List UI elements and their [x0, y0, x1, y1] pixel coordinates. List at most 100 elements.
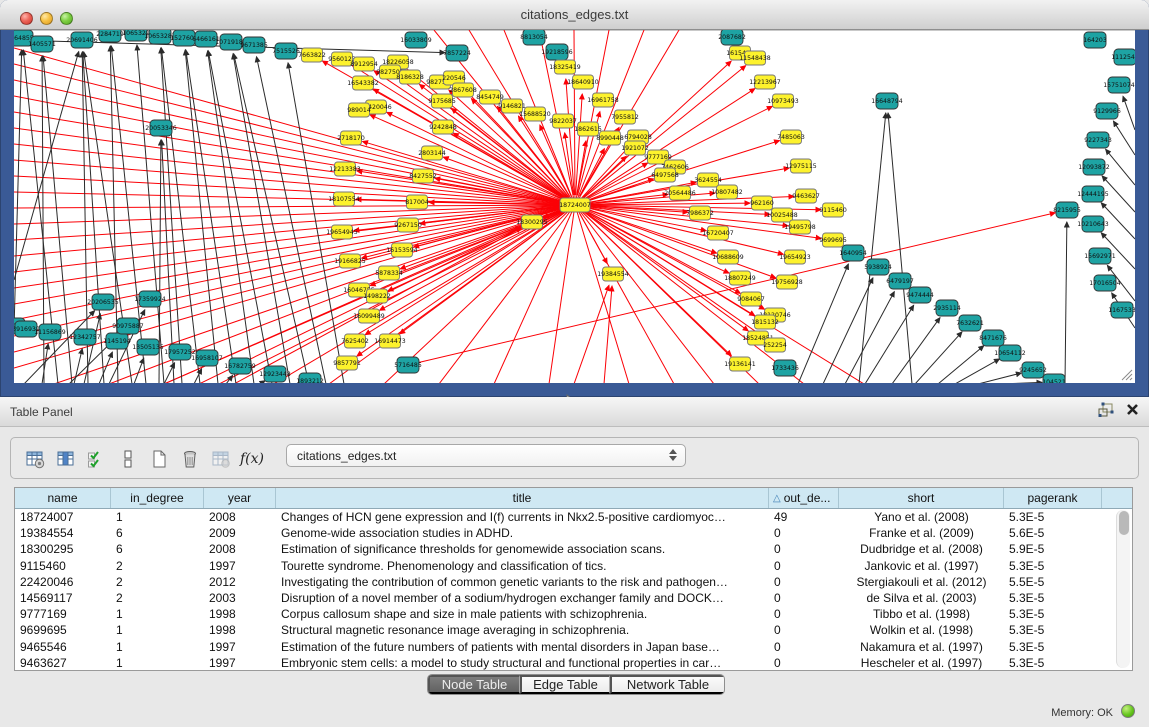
graph-node-label: 10807482	[711, 189, 743, 196]
table-cell: 9777169	[15, 606, 111, 622]
table-cell: 5.9E-5	[1004, 541, 1102, 557]
table-cell: Nakamura et al. (1997)	[839, 639, 1004, 655]
select-checkmarks-icon[interactable]	[85, 447, 109, 471]
table-settings-icon[interactable]	[23, 447, 47, 471]
dropdown-stepper-icon	[669, 449, 677, 461]
graph-node-label: 18724007	[559, 202, 591, 209]
table-selector-dropdown[interactable]: citations_edges.txt	[286, 444, 686, 467]
table-row[interactable]: 946362711997Embryonic stem cells: a mode…	[15, 655, 1132, 671]
column-header-pagerank[interactable]: pagerank	[1004, 488, 1102, 508]
graph-node-label: 20053346	[145, 125, 177, 132]
graph-edge	[226, 375, 233, 383]
table-cell: 5.6E-5	[1004, 525, 1102, 541]
table-row[interactable]: 946554611997Estimation of the future num…	[15, 639, 1132, 655]
table-cell: 9465546	[15, 639, 111, 655]
table-cell: Franke et al. (2009)	[839, 525, 1004, 541]
close-panel-icon[interactable]	[1126, 403, 1139, 416]
graph-edge	[1113, 121, 1135, 155]
table-row[interactable]: 911546021997Tourette syndrome. Phenomeno…	[15, 558, 1132, 574]
table-row[interactable]: 2242004622012Investigating the contribut…	[15, 574, 1132, 590]
status-bar: Memory: OK	[0, 699, 1149, 727]
table-cell: 1	[111, 509, 204, 525]
table-cell: Corpus callosum shape and size in male p…	[276, 606, 769, 622]
network-canvas-svg[interactable]: 1648551405571206914062284719106532910653…	[14, 30, 1135, 383]
table-cell: 14569117	[15, 590, 111, 606]
table-cell: 9115460	[15, 558, 111, 574]
graph-node-label: 1167533	[1108, 307, 1135, 314]
table-row[interactable]: 1456911722003Disruption of a novel membe…	[15, 590, 1132, 606]
network-canvas[interactable]: 1648551405571206914062284719106532910653…	[14, 30, 1135, 383]
graph-node-label: 19756928	[771, 279, 803, 286]
new-column-icon[interactable]	[147, 447, 171, 471]
graph-node-label: 9822037	[549, 118, 577, 125]
table-scrollbar[interactable]	[1116, 510, 1130, 668]
table-cell: 6	[111, 541, 204, 557]
table-cell: Disruption of a novel member of a sodium…	[276, 590, 769, 606]
table-row[interactable]: 977716911998Corpus callosum shape and si…	[15, 606, 1132, 622]
table-cell: Yano et al. (2008)	[839, 509, 1004, 525]
table-cell: 0	[769, 622, 839, 638]
table-tabs: Node TableEdge TableNetwork Table	[427, 674, 725, 695]
table-row[interactable]: 1872400712008Changes of HCN gene express…	[15, 509, 1132, 525]
table-row[interactable]: 1938455462009Genome-wide association stu…	[15, 525, 1132, 541]
column-header-short[interactable]: short	[839, 488, 1004, 508]
graph-node-label: 12342757	[69, 334, 101, 341]
graph-edge	[260, 381, 265, 383]
graph-node-label: 20691406	[66, 37, 98, 44]
table-cell: 5.3E-5	[1004, 655, 1102, 671]
column-header-in-degree[interactable]: in_degree	[111, 488, 204, 508]
float-window-icon[interactable]	[1098, 402, 1114, 417]
graph-node-label: 9857791	[333, 360, 361, 367]
graph-node-label: 10210643	[1077, 221, 1109, 228]
table-cell: de Silva et al. (2003)	[839, 590, 1004, 606]
graph-node-label: 1921072	[621, 145, 649, 152]
table-cell: 49	[769, 509, 839, 525]
graph-edge	[14, 50, 22, 330]
table-cell: 0	[769, 606, 839, 622]
table-cell: 2008	[204, 509, 276, 525]
attribute-table: namein_degreeyeartitle△out_de...shortpag…	[14, 487, 1133, 671]
graph-edge	[14, 112, 575, 205]
graph-node-label: 12213383	[329, 166, 361, 173]
table-cell: Estimation of significance thresholds fo…	[276, 541, 769, 557]
graph-node-label: 18107554	[328, 196, 360, 203]
graph-node-label: 9463627	[792, 193, 820, 200]
show-columns-icon[interactable]	[54, 447, 78, 471]
tab-node-table[interactable]: Node Table	[428, 675, 520, 694]
column-header-year[interactable]: year	[204, 488, 276, 508]
resize-grip-icon[interactable]	[1119, 367, 1133, 381]
memory-indicator[interactable]	[1121, 704, 1135, 718]
graph-node-label: 15692971	[1084, 253, 1116, 260]
graph-node-label: 9227343	[1084, 137, 1112, 144]
graph-node-label: 16914473	[374, 338, 406, 345]
table-row[interactable]: 1830029562008Estimation of significance …	[15, 541, 1132, 557]
graph-node-label: 9242848	[429, 124, 457, 131]
graph-node-label: 16033809	[400, 37, 432, 44]
table-row[interactable]: 969969511998Structural magnetic resonanc…	[15, 622, 1132, 638]
graph-node-label: 9084067	[737, 296, 765, 303]
table-cell: 1998	[204, 606, 276, 622]
column-header-out-de-[interactable]: △out_de...	[769, 488, 839, 508]
tab-network-table[interactable]: Network Table	[610, 675, 724, 694]
graph-edge	[798, 264, 848, 383]
table-scrollbar-thumb[interactable]	[1119, 511, 1129, 535]
graph-node-label: 16543382	[347, 80, 379, 87]
window-titlebar[interactable]: citations_edges.txt	[0, 0, 1149, 30]
graph-node-label: 8427552	[409, 173, 437, 180]
graph-node-label: 8813054	[520, 34, 548, 41]
graph-node-label: 19166825	[334, 258, 366, 265]
tab-edge-table[interactable]: Edge Table	[520, 675, 610, 694]
column-header-title[interactable]: title	[276, 488, 769, 508]
table-cell: 18724007	[15, 509, 111, 525]
row-layout-icon[interactable]	[116, 447, 140, 471]
function-fx-icon[interactable]: f(x)	[240, 447, 264, 471]
table-cell: 6	[111, 525, 204, 541]
graph-node-label: 9474444	[906, 292, 934, 299]
graph-node-label: 989014	[347, 107, 371, 114]
column-header-name[interactable]: name	[15, 488, 111, 508]
graph-node-label: 2284719	[96, 31, 124, 38]
delete-trash-icon[interactable]	[178, 447, 202, 471]
graph-node-label: 7663822	[298, 52, 326, 59]
table-panel-title: Table Panel	[10, 405, 73, 419]
graph-node-label: 1862615	[574, 126, 602, 133]
